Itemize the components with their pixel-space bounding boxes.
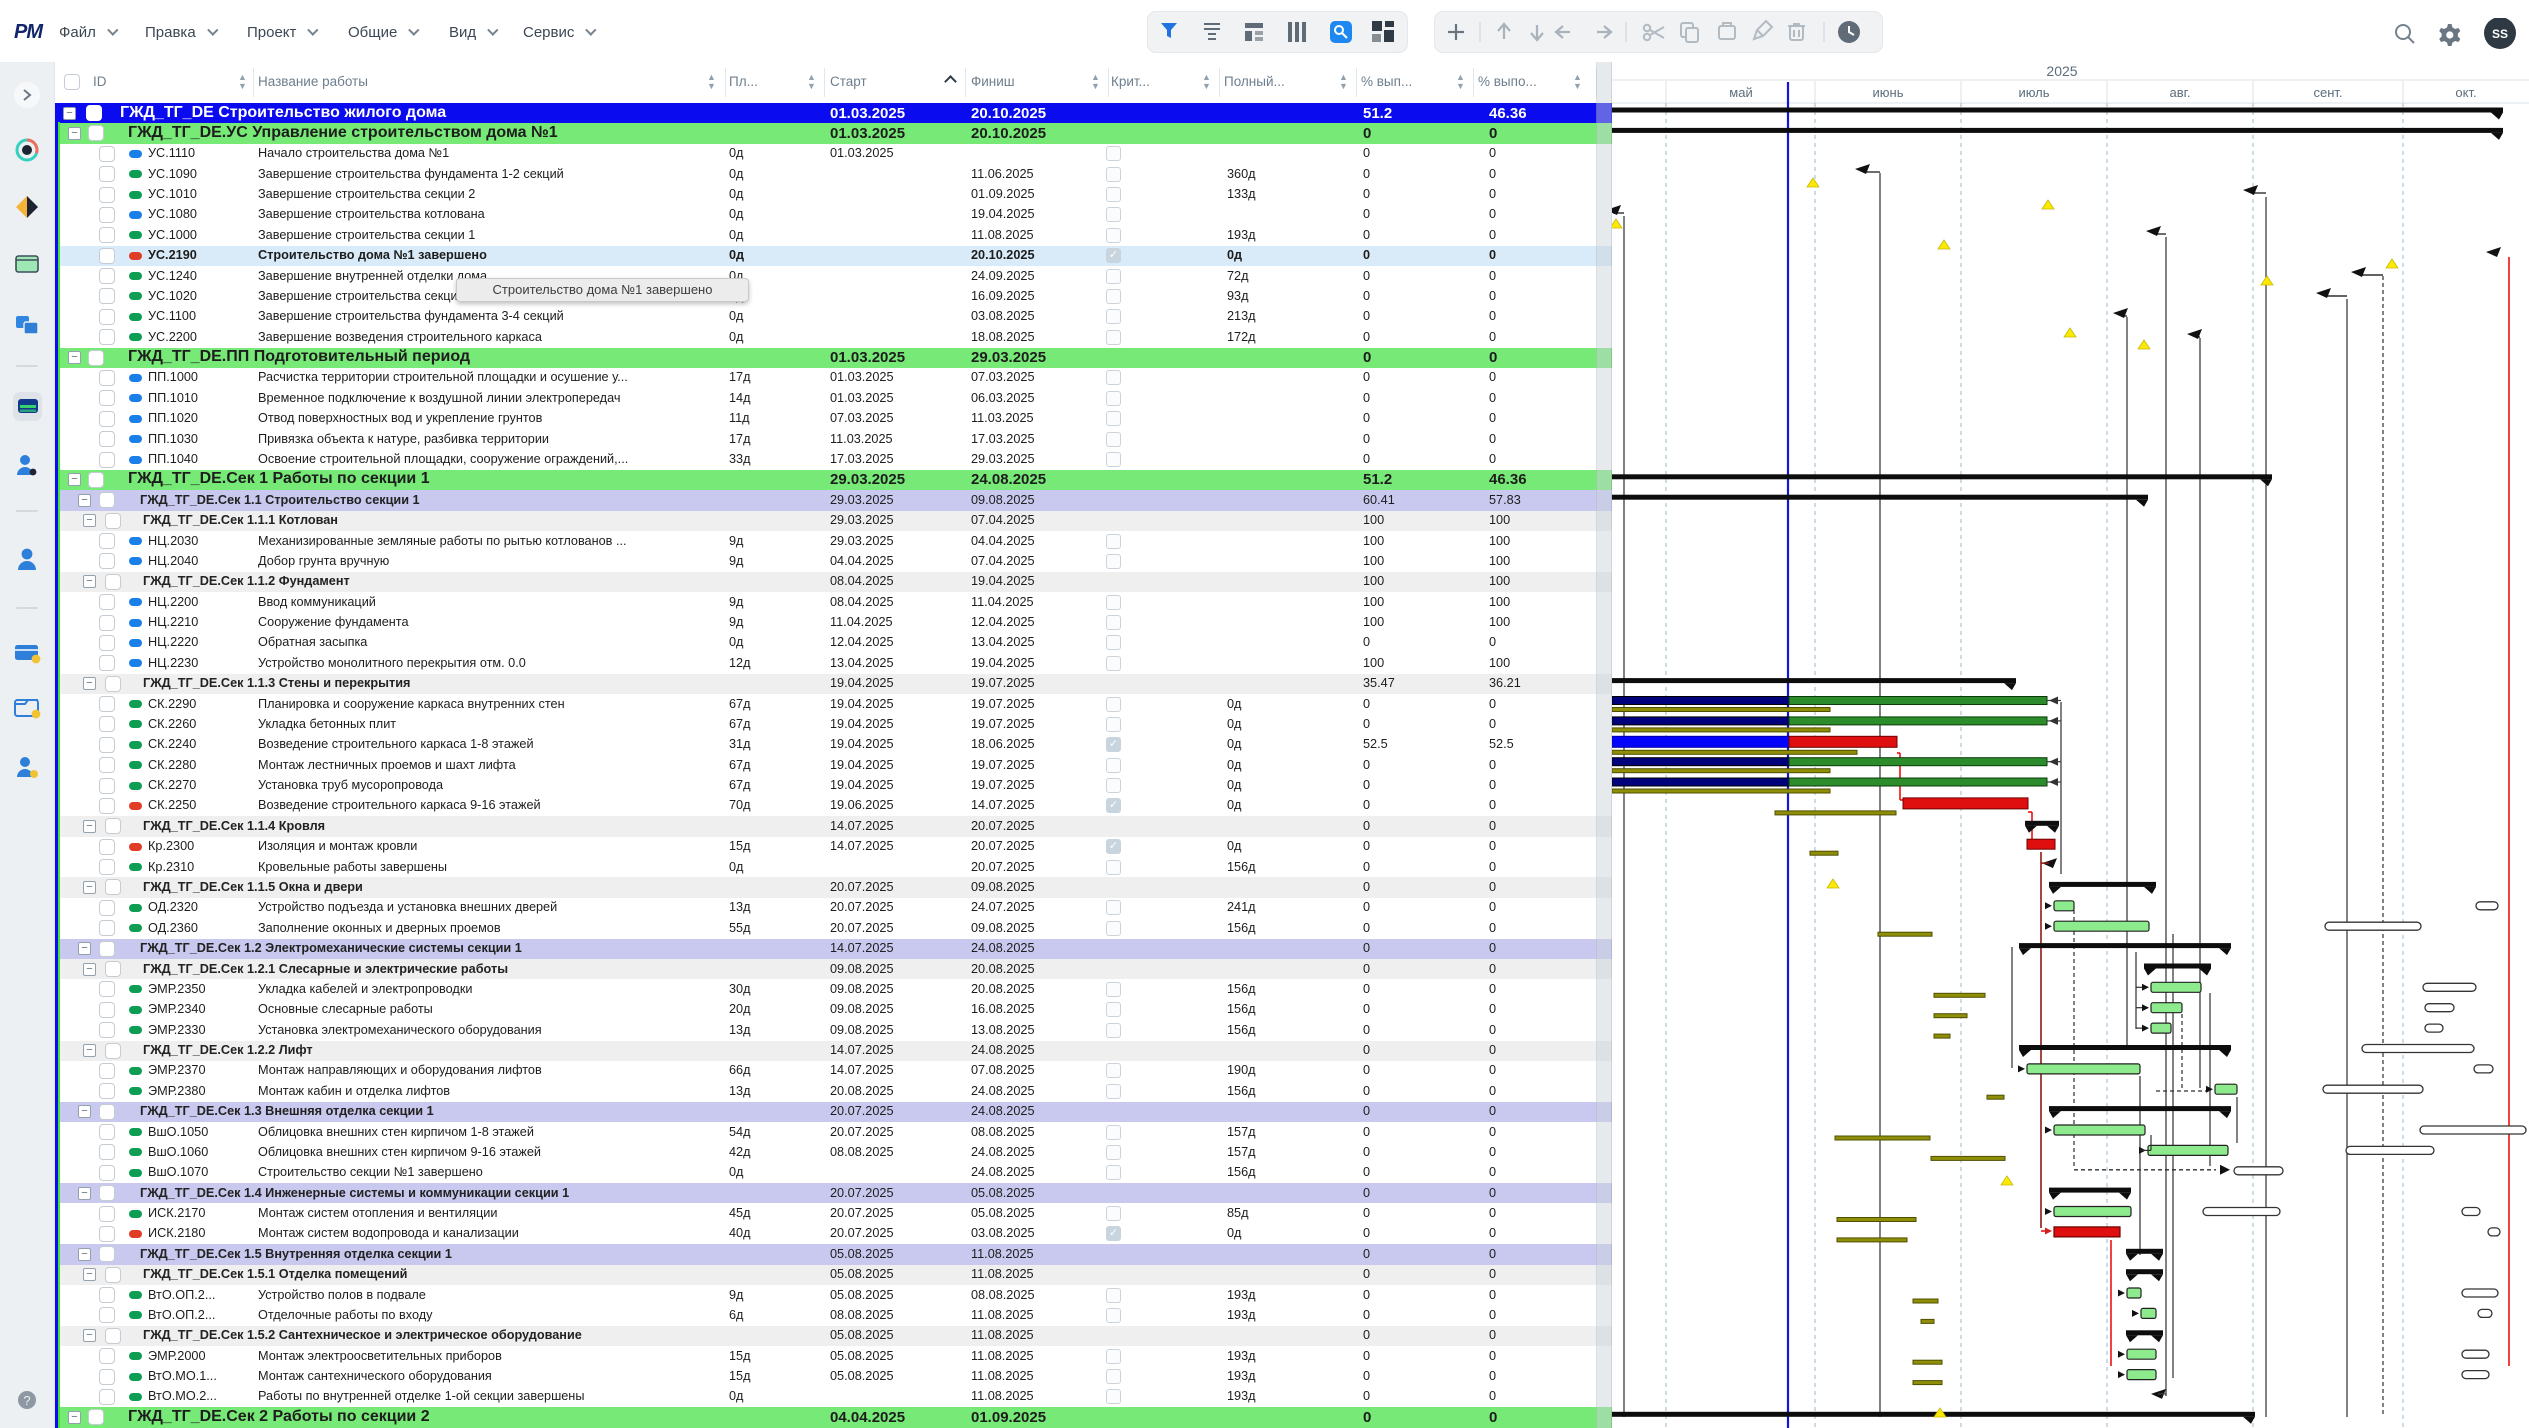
svg-text:июль: июль [2018,85,2049,100]
svg-text:авг.: авг. [2170,85,2191,100]
svg-text:2025: 2025 [2046,63,2077,79]
svg-text:май: май [1729,85,1752,100]
svg-text:июнь: июнь [1873,85,1904,100]
svg-text:окт.: окт. [2455,85,2476,100]
svg-text:сент.: сент. [2313,85,2342,100]
svg-text:SS: SS [2492,27,2508,41]
svg-text:?: ? [23,1393,30,1408]
